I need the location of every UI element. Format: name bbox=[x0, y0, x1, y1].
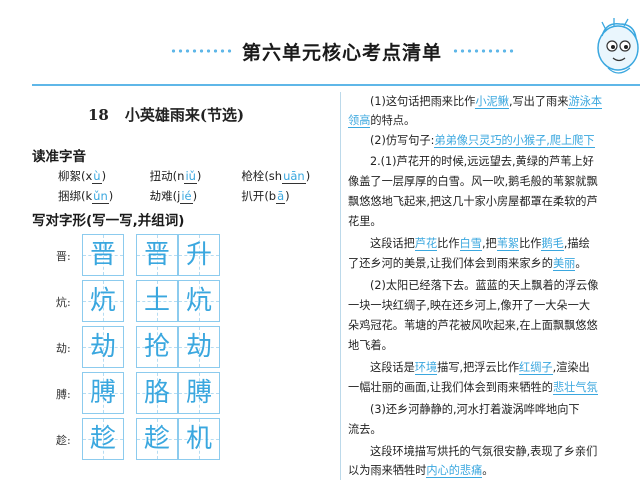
writing-cell: 胳 bbox=[136, 372, 178, 414]
lesson-number: 18 bbox=[88, 106, 109, 124]
answer-line: 这段话把芦花比作白雪,把苇絮比作鹅毛,描绘 bbox=[370, 237, 590, 251]
writing-cell: 抢 bbox=[136, 326, 178, 368]
text-line: 朵鸡冠花。苇塘的芦花被风吹起来,在上面飘飘悠悠 bbox=[348, 319, 598, 332]
answer-highlight: 游泳本 bbox=[568, 95, 603, 109]
answer-line: (1)这句话把雨来比作小泥鳅,写出了雨来游泳本 bbox=[370, 95, 603, 109]
vocab-row: 捆绑(kǔn) 劫难(jié) 扒开(bā) bbox=[58, 188, 329, 204]
vocab-item: 枪栓(shuān) bbox=[241, 169, 311, 184]
text-line: 像盖了一层厚厚的白雪。风一吹,鹅毛般的苇絮就飘 bbox=[348, 175, 598, 188]
answer-highlight: 小泥鳅 bbox=[475, 95, 509, 109]
writing-cell: 膊 bbox=[178, 372, 220, 414]
header-dots-left bbox=[170, 49, 232, 53]
text-line: 一块一块红绸子,映在还乡河上,像开了一大朵一大 bbox=[348, 299, 591, 312]
text-line: 2.(1)芦花开的时候,远远望去,黄绿的芦苇上好 bbox=[370, 155, 594, 168]
answer-line: 一幅壮丽的画面,让我们体会到雨来牺牲的悲壮气氛 bbox=[348, 381, 598, 395]
text-line: (2)太阳已经落下去。蓝蓝的天上飘着的浮云像 bbox=[370, 279, 599, 292]
vocab-row: 柳絮(xù) 扭动(niǔ) 枪栓(shuān) bbox=[58, 168, 329, 184]
answer-line: (2)仿写句子:弟弟像只灵巧的小猴子,爬上爬下 bbox=[370, 134, 595, 148]
answer-highlight: 红绸子 bbox=[519, 361, 553, 375]
writing-cell: 晋 bbox=[82, 234, 124, 276]
answer-highlight: 芦花 bbox=[414, 237, 438, 251]
answer-line: 这段话是环境描写,把浮云比作红绸子,渲染出 bbox=[370, 361, 590, 375]
writing-cell: 晋 bbox=[136, 234, 178, 276]
writing-cell: 升 bbox=[178, 234, 220, 276]
writing-cell: 土 bbox=[136, 280, 178, 322]
text-line: 飘悠悠地飞起来,把这几十家小房屋都罩在柔软的芦 bbox=[348, 195, 598, 208]
header-dots-right bbox=[452, 49, 514, 53]
section-heading-read: 读准字音 bbox=[30, 145, 86, 165]
writing-row-label: 炕: bbox=[56, 296, 71, 309]
answer-line: 以为雨来牺牲时内心的悲痛。 bbox=[348, 464, 494, 478]
text-line: 这段环境描写烘托的气氛很安静,表现了乡亲们 bbox=[370, 445, 598, 458]
text-line: (3)还乡河静静的,河水打着漩涡哗哗地向下 bbox=[370, 403, 580, 416]
answer-highlight: 环境 bbox=[414, 361, 438, 375]
text-line: 流去。 bbox=[348, 423, 382, 436]
text-line: 地飞着。 bbox=[348, 339, 393, 352]
cartoon-mascot-icon bbox=[597, 18, 639, 74]
answer-highlight: 苇絮 bbox=[496, 237, 520, 251]
writing-cell: 趁 bbox=[136, 418, 178, 460]
page-header: 第六单元核心考点清单 bbox=[0, 0, 640, 92]
vocab-item: 捆绑(kǔn) bbox=[58, 189, 114, 204]
header-rule bbox=[32, 84, 640, 86]
answer-line: 了还乡河的美景,让我们体会到雨来家乡的美丽。 bbox=[348, 257, 587, 271]
answer-highlight: 领高 bbox=[348, 114, 371, 128]
answer-highlight: 弟弟像只灵巧的小猴子,爬上爬下 bbox=[434, 134, 595, 148]
vocab-item: 柳絮(xù) bbox=[58, 169, 107, 184]
writing-row-label: 趁: bbox=[56, 434, 71, 447]
text-line: 花里。 bbox=[348, 215, 382, 228]
answer-highlight: 悲壮气氛 bbox=[552, 381, 598, 395]
answer-highlight: 鹅毛 bbox=[541, 237, 564, 251]
writing-cell: 机 bbox=[178, 418, 220, 460]
page-title: 第六单元核心考点清单 bbox=[241, 42, 442, 64]
writing-cell: 趁 bbox=[82, 418, 124, 460]
writing-cell: 劫 bbox=[178, 326, 220, 368]
answer-line: 领高的特点。 bbox=[348, 114, 416, 128]
writing-cell: 炕 bbox=[178, 280, 220, 322]
writing-cell: 膊 bbox=[82, 372, 124, 414]
answer-highlight: 白雪 bbox=[459, 237, 482, 251]
answer-highlight: 内心的悲痛 bbox=[426, 464, 483, 478]
writing-row-label: 劫: bbox=[56, 342, 71, 355]
column-divider bbox=[340, 92, 341, 480]
section-heading-write: 写对字形(写一写,并组词) bbox=[29, 209, 184, 229]
writing-cell: 炕 bbox=[82, 280, 124, 322]
answer-highlight: 美丽 bbox=[552, 257, 576, 271]
lesson-title: 18 小英雄雨来(节选) bbox=[88, 104, 244, 125]
writing-row-label: 晋: bbox=[56, 250, 71, 263]
writing-row-label: 膊: bbox=[56, 388, 71, 401]
vocab-item: 劫难(jié) bbox=[149, 189, 198, 204]
lesson-name: 小英雄雨来(节选) bbox=[124, 106, 245, 124]
vocab-item: 扭动(niǔ) bbox=[149, 169, 202, 184]
vocab-item: 扒开(bā) bbox=[241, 189, 290, 204]
writing-cell: 劫 bbox=[82, 326, 124, 368]
